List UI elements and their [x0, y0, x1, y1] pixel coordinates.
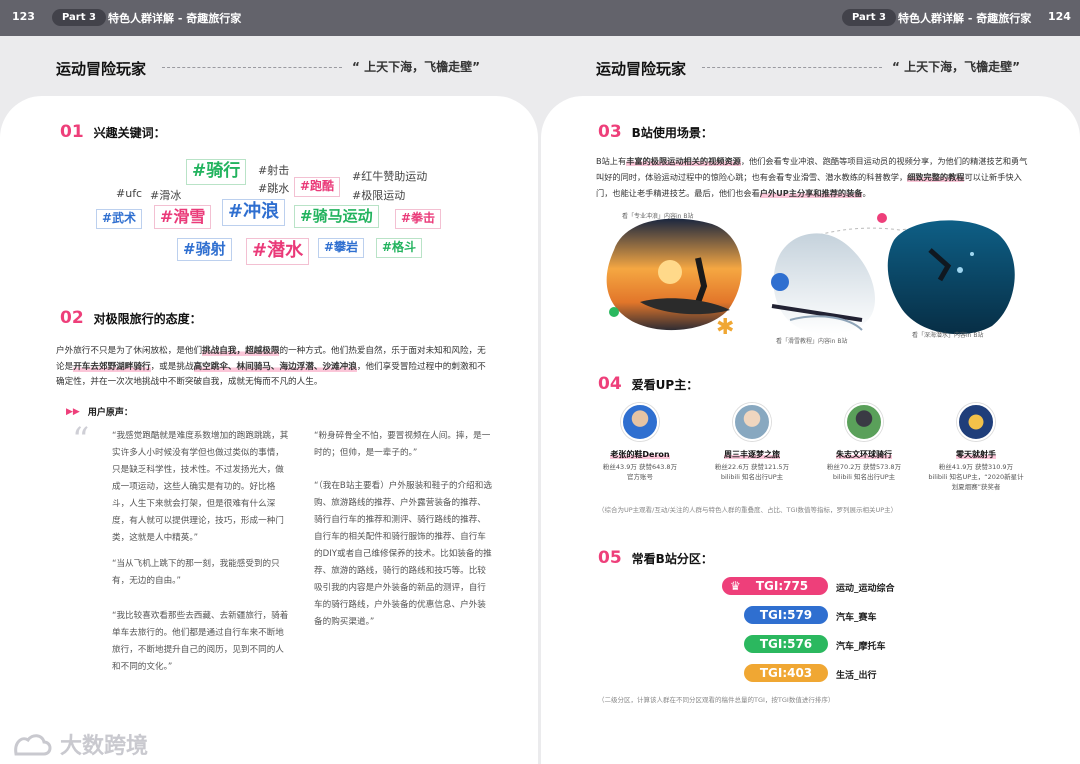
- photo-collage-art: ✱: [606, 213, 1015, 340]
- section-quote-right: “ 上天下海，飞檐走壁”: [892, 60, 1020, 74]
- keyword-tag: #武术: [96, 209, 143, 229]
- section-number: 05: [598, 548, 622, 568]
- section-04-heading: 04 爱看UP主：: [598, 374, 698, 394]
- part-badge-right: Part 3: [842, 9, 896, 26]
- breadcrumb-right: 特色人群详解 - 奇趣旅行家: [898, 12, 1032, 25]
- user-quote: “当从飞机上跳下的那一刻，我能感受到的只有，无边的自由。”: [112, 559, 280, 586]
- keyword-plain: #滑冰: [150, 189, 182, 202]
- breadcrumb-left: 特色人群详解 - 奇趣旅行家: [108, 12, 242, 25]
- up-name: 老张的鞋Deron: [610, 450, 670, 459]
- keyword-tag: #跑酷: [294, 177, 341, 197]
- keyword-tag: #拳击: [395, 209, 442, 229]
- section-title-left: 运动冒险玩家: [56, 60, 147, 78]
- up-stats: 粉丝41.9万 获赞310.9万 bilibili 知名UP主，“2020新星计划…: [928, 463, 1024, 491]
- keyword-plain: #射击: [258, 164, 290, 177]
- watermark: 大数跨境: [12, 728, 148, 760]
- quote-mark-icon: “: [72, 420, 90, 460]
- section-number: 02: [60, 308, 84, 328]
- keyword-plain: #极限运动: [352, 189, 406, 202]
- section-03-heading: 03 B站使用场景：: [598, 122, 713, 142]
- up-stats: 粉丝43.9万 获赞643.8万 官方账号: [602, 463, 678, 481]
- svg-text:✱: ✱: [716, 315, 734, 340]
- play-arrows-icon: ▶▶: [66, 406, 80, 417]
- avatar: [957, 403, 995, 441]
- zone-label: 运动_运动综合: [836, 584, 895, 594]
- section-heading: 常看B站分区：: [631, 551, 713, 566]
- section-number: 03: [598, 122, 622, 142]
- section-heading: 兴趣关键词：: [93, 125, 166, 140]
- zone-label: 汽车_赛车: [836, 613, 877, 623]
- up-name: 零天就射手: [956, 450, 996, 459]
- tgi-footnote: （二级分区，计算该人群在不同分区观看的稿件总量的TGI，按TGI数值进行排序）: [598, 696, 835, 704]
- up-name: 朱志文环球骑行: [836, 450, 892, 459]
- page-number-right: 124: [1048, 10, 1071, 23]
- up-name: 周三丰逐梦之旅: [724, 450, 780, 459]
- crown-icon: ♛: [730, 579, 741, 593]
- photo-caption: 看「滑雪教程」内容in B站: [776, 338, 848, 345]
- keyword-plain: #ufc: [116, 187, 143, 200]
- section-heading: 对极限旅行的态度：: [93, 311, 202, 326]
- avatar: [621, 403, 659, 441]
- up-stats: 粉丝22.6万 获赞121.5万 bilibili 知名出行UP主: [714, 463, 790, 481]
- title-divider-right: [702, 67, 882, 68]
- up-stats: 粉丝70.2万 获赞573.8万 bilibili 知名出行UP主: [826, 463, 902, 481]
- brand-logo-icon: [14, 734, 52, 756]
- section-05-heading: 05 常看B站分区：: [598, 548, 713, 568]
- user-quote: “我感觉跑酷就是难度系数增加的跑跑跳跳，其实许多人小时候没有学但也做过类似的事情…: [112, 431, 289, 543]
- zone-label: 生活_出行: [836, 671, 877, 681]
- keyword-plain: #红牛赞助运动: [352, 170, 428, 183]
- title-divider-left: [162, 67, 342, 68]
- section-01-heading: 01 兴趣关键词：: [60, 122, 166, 142]
- user-quote: “（我在B站主要看）户外服装和鞋子的介绍和选购、旅游路线的推荐、户外露营装备的推…: [314, 481, 492, 627]
- user-voice-label: ▶▶ 用户原声：: [66, 406, 133, 419]
- keyword-plain: #跳水: [258, 182, 290, 195]
- keyword-tag: #滑雪: [154, 205, 212, 230]
- section-heading: B站使用场景：: [631, 125, 713, 140]
- section-title-right: 运动冒险玩家: [596, 60, 687, 78]
- section-02-heading: 02 对极限旅行的态度：: [60, 308, 202, 328]
- up-footnote: （综合为UP主观看/互动/关注的人群与特色人群的重叠度、占比、TGI数值等指标，…: [598, 506, 898, 514]
- section-quote-left: “ 上天下海，飞檐走壁”: [352, 60, 480, 74]
- user-quote: “我比较喜欢看那些去西藏、去新疆旅行，骑着单车去旅行的。他们都是通过自行车来不断…: [112, 611, 289, 672]
- section-number: 01: [60, 122, 84, 142]
- attitude-paragraph: 户外旅行不只是为了休闲放松，是他们挑战自我，超越极限的一种方式。他们热爱自然，乐…: [56, 346, 486, 387]
- avatar: [733, 403, 771, 441]
- section-heading: 爱看UP主：: [631, 377, 699, 392]
- keyword-tag: #潜水: [246, 238, 310, 265]
- tgi-pill: ♛ TGI:775: [722, 577, 828, 595]
- keyword-tag: #骑射: [177, 238, 232, 262]
- keyword-tag: #攀岩: [318, 238, 365, 258]
- tgi-pill: TGI:576: [744, 635, 828, 653]
- user-quote: “粉身碎骨全不怕，要冒视频在人间。摔，是一时的；但帅，是一辈子的。”: [314, 431, 491, 458]
- photo-caption: 看「深海潜水」内容in B站: [912, 332, 984, 339]
- photo-caption: 看「专业冲浪」内容in B站: [622, 213, 694, 220]
- zone-label: 汽车_摩托车: [836, 642, 886, 652]
- keyword-tag: #骑行: [186, 159, 247, 185]
- usage-paragraph: B站上有丰富的极限运动相关的视频资源，他们会看专业冲浪、跑酷等项目运动员的视频分…: [596, 156, 1028, 198]
- page-number-left: 123: [12, 10, 35, 23]
- keyword-tag: #冲浪: [222, 199, 286, 226]
- keyword-tag: #骑马运动: [294, 205, 379, 229]
- part-badge-left: Part 3: [52, 9, 106, 26]
- tgi-pill: TGI:579: [744, 606, 828, 624]
- keyword-tag: #格斗: [376, 238, 423, 258]
- avatar: [845, 403, 883, 441]
- section-number: 04: [598, 374, 622, 394]
- tgi-pill: TGI:403: [744, 664, 828, 682]
